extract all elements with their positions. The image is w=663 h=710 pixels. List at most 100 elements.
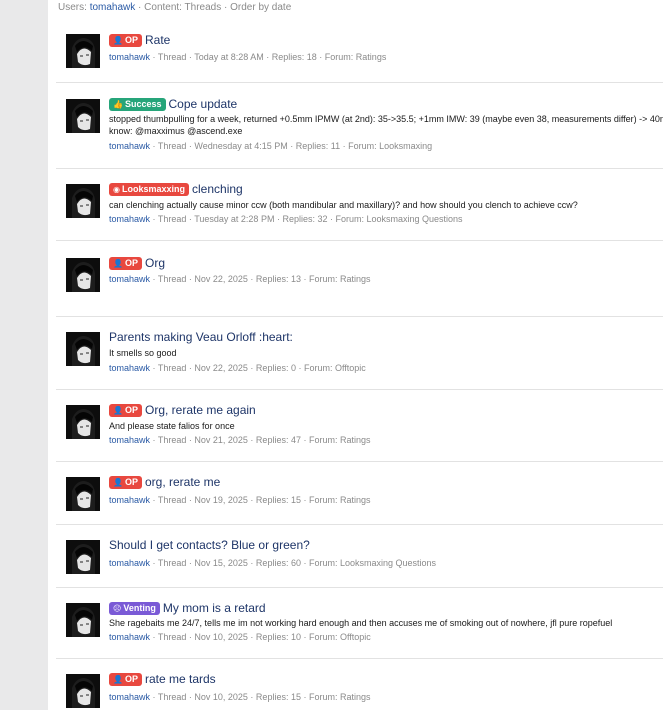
- prefix-label-text: OP: [124, 35, 138, 45]
- avatar[interactable]: [66, 674, 100, 708]
- thread-meta-details: · Thread · Nov 19, 2025 · Replies: 15 · …: [152, 495, 371, 505]
- filter-user-link[interactable]: tomahawk: [90, 2, 136, 13]
- user-icon: 👤: [113, 259, 123, 268]
- thread-title-line: 👤 OP Org, rerate me again: [109, 403, 256, 417]
- thread-snippet: She ragebaits me 24/7, tells me im not w…: [109, 618, 613, 628]
- thread-meta-details: · Thread · Tuesday at 2:28 PM · Replies:…: [152, 214, 463, 224]
- prefix-label-op[interactable]: 👤 OP: [109, 34, 142, 47]
- prefix-label-text: Venting: [123, 603, 156, 613]
- thread-row[interactable]: 👤 OP Org, rerate me again And please state …: [56, 389, 663, 462]
- author-link[interactable]: tomahawk: [109, 495, 150, 505]
- thread-title-link[interactable]: Cope update: [169, 97, 238, 111]
- thread-row[interactable]: 👤 OP Rate tomahawk · Thread · Today at 8:28…: [56, 16, 663, 82]
- thread-meta-details: · Thread · Wednesday at 4:15 PM · Replie…: [152, 141, 433, 151]
- avatar[interactable]: [66, 603, 100, 637]
- thread-title-line: 👤 OP Org: [109, 256, 165, 270]
- thread-title-link[interactable]: Rate: [145, 33, 170, 47]
- filter-prefix: Users:: [58, 2, 87, 13]
- thread-meta-details: · Thread · Nov 22, 2025 · Replies: 13 · …: [152, 274, 371, 284]
- thread-meta: tomahawk · Thread · Nov 15, 2025 · Repli…: [109, 558, 436, 568]
- thread-meta-details: · Thread · Nov 21, 2025 · Replies: 47 · …: [152, 435, 371, 445]
- user-icon: 👤: [113, 406, 123, 415]
- thread-meta: tomahawk · Thread · Nov 22, 2025 · Repli…: [109, 363, 366, 373]
- thread-meta: tomahawk · Thread · Nov 10, 2025 · Repli…: [109, 692, 370, 702]
- thread-title-link[interactable]: Org: [145, 256, 165, 270]
- prefix-label-op[interactable]: 👤 OP: [109, 673, 142, 686]
- thread-snippet: It smells so good: [109, 348, 177, 358]
- thread-snippet: can clenching actually cause minor ccw (…: [109, 200, 578, 210]
- thread-row[interactable]: 👍 Success Cope update stopped thumbpulling …: [56, 82, 663, 169]
- prefix-label-text: OP: [124, 477, 138, 487]
- thread-title-line: Parents making Veau Orloff :heart:: [109, 330, 293, 344]
- search-results-panel: Users: tomahawk · Content: Threads · Ord…: [48, 0, 663, 710]
- thread-title-link[interactable]: clenching: [192, 182, 243, 196]
- prefix-label-success[interactable]: 👍 Success: [109, 98, 166, 111]
- thread-row[interactable]: Should I get contacts? Blue or green? tom…: [56, 524, 663, 588]
- thread-title-line: 👤 OP org, rerate me: [109, 475, 220, 489]
- search-filter-summary: Users: tomahawk · Content: Threads · Ord…: [58, 2, 291, 13]
- thread-snippet-line2: know: @maxximus @ascend.exe: [109, 126, 243, 136]
- avatar[interactable]: [66, 540, 100, 574]
- thread-title-line: 👤 OP rate me tards: [109, 672, 216, 686]
- thread-title-link[interactable]: org, rerate me: [145, 475, 220, 489]
- thread-meta: tomahawk · Thread · Wednesday at 4:15 PM…: [109, 141, 432, 151]
- thumbs-up-icon: 👍: [113, 100, 123, 109]
- thread-title-line: ☹ Venting My mom is a retard: [109, 601, 266, 615]
- filter-rest: · Content: Threads · Order by date: [138, 2, 292, 13]
- thread-meta: tomahawk · Thread · Nov 21, 2025 · Repli…: [109, 435, 370, 445]
- thread-title-link[interactable]: Org, rerate me again: [145, 403, 256, 417]
- author-link[interactable]: tomahawk: [109, 52, 150, 62]
- thread-row[interactable]: 👤 OP Org tomahawk · Thread · Nov 22, 2025 ·…: [56, 240, 663, 317]
- author-link[interactable]: tomahawk: [109, 363, 150, 373]
- thread-row[interactable]: ◉ Looksmaxxing clenching can clenching actu…: [56, 168, 663, 241]
- prefix-label-op[interactable]: 👤 OP: [109, 257, 142, 270]
- avatar[interactable]: [66, 477, 100, 511]
- user-icon: 👤: [113, 675, 123, 684]
- avatar[interactable]: [66, 258, 100, 292]
- user-icon: 👤: [113, 36, 123, 45]
- thread-snippet: And please state falios for once: [109, 421, 235, 431]
- avatar[interactable]: [66, 405, 100, 439]
- prefix-label-text: OP: [124, 405, 138, 415]
- thread-title-link[interactable]: My mom is a retard: [163, 601, 266, 615]
- thread-meta-details: · Thread · Nov 10, 2025 · Replies: 10 · …: [152, 632, 371, 642]
- prefix-label-op[interactable]: 👤 OP: [109, 404, 142, 417]
- prefix-label-venting[interactable]: ☹ Venting: [109, 602, 160, 615]
- thread-meta-details: · Thread · Nov 10, 2025 · Replies: 15 · …: [152, 692, 371, 702]
- sad-face-icon: ☹: [113, 604, 122, 613]
- thread-meta: tomahawk · Thread · Nov 19, 2025 · Repli…: [109, 495, 370, 505]
- prefix-label-looks[interactable]: ◉ Looksmaxxing: [109, 183, 190, 196]
- thread-row[interactable]: ☹ Venting My mom is a retard She ragebaits …: [56, 587, 663, 659]
- author-link[interactable]: tomahawk: [109, 632, 150, 642]
- thread-row[interactable]: Parents making Veau Orloff :heart: It sme…: [56, 316, 663, 390]
- author-link[interactable]: tomahawk: [109, 214, 150, 224]
- avatar[interactable]: [66, 99, 100, 133]
- thread-meta: tomahawk · Thread · Tuesday at 2:28 PM ·…: [109, 214, 463, 224]
- prefix-label-text: OP: [124, 258, 138, 268]
- author-link[interactable]: tomahawk: [109, 274, 150, 284]
- author-link[interactable]: tomahawk: [109, 435, 150, 445]
- thread-meta-details: · Thread · Nov 15, 2025 · Replies: 60 · …: [152, 558, 437, 568]
- author-link[interactable]: tomahawk: [109, 141, 150, 151]
- thread-title-line: 👤 OP Rate: [109, 33, 170, 47]
- prefix-label-op[interactable]: 👤 OP: [109, 476, 142, 489]
- avatar[interactable]: [66, 184, 100, 218]
- thread-meta: tomahawk · Thread · Nov 22, 2025 · Repli…: [109, 274, 370, 284]
- avatar[interactable]: [66, 332, 100, 366]
- author-link[interactable]: tomahawk: [109, 558, 150, 568]
- thread-snippet: stopped thumbpulling for a week, returne…: [109, 114, 663, 124]
- eye-icon: ◉: [113, 185, 120, 194]
- thread-meta: tomahawk · Thread · Today at 8:28 AM · R…: [109, 52, 386, 62]
- thread-row[interactable]: 👤 OP rate me tards tomahawk · Thread · Nov …: [56, 658, 663, 710]
- thread-title-line: Should I get contacts? Blue or green?: [109, 538, 310, 552]
- thread-title-line: 👍 Success Cope update: [109, 97, 237, 111]
- thread-title-link[interactable]: Parents making Veau Orloff :heart:: [109, 330, 293, 344]
- thread-title-link[interactable]: Should I get contacts? Blue or green?: [109, 538, 310, 552]
- thread-meta-details: · Thread · Nov 22, 2025 · Replies: 0 · F…: [152, 363, 366, 373]
- avatar[interactable]: [66, 34, 100, 68]
- prefix-label-text: Looksmaxxing: [121, 184, 186, 194]
- thread-row[interactable]: 👤 OP org, rerate me tomahawk · Thread · Nov…: [56, 461, 663, 525]
- thread-title-link[interactable]: rate me tards: [145, 672, 216, 686]
- author-link[interactable]: tomahawk: [109, 692, 150, 702]
- thread-title-line: ◉ Looksmaxxing clenching: [109, 182, 243, 196]
